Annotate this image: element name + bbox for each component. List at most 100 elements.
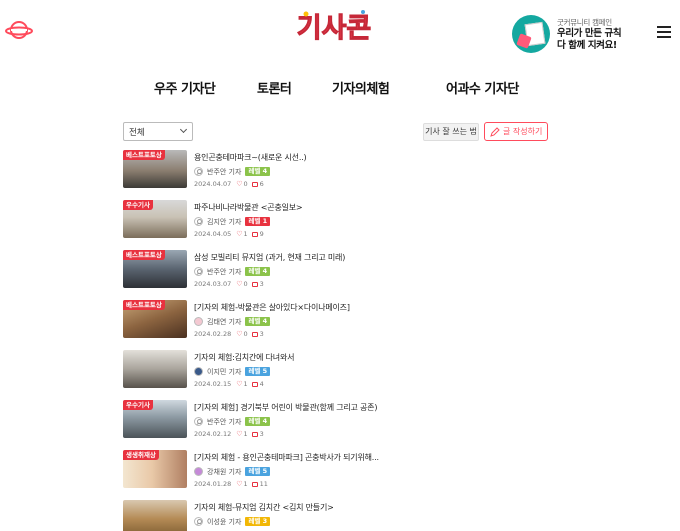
user-icon <box>194 217 203 226</box>
user-icon <box>194 417 203 426</box>
writing-guide-button[interactable]: 기사 잘 쓰는 법 <box>423 123 479 141</box>
campaign-line-2: 다 함께 지켜요! <box>557 39 617 51</box>
heart-icon: ♡ <box>236 230 243 238</box>
comment-icon <box>251 481 258 487</box>
heart-icon: ♡ <box>236 330 243 338</box>
post-date: 2024.02.15 <box>194 380 232 388</box>
author-name: 반주안 기자 <box>207 417 242 426</box>
comment-icon <box>251 231 258 237</box>
planet-icon[interactable] <box>5 19 33 41</box>
filter-select[interactable]: 전체 <box>123 122 193 141</box>
post-thumbnail[interactable] <box>123 500 187 531</box>
post-title[interactable]: 기자의 체험-뮤지엄 김치간 <김치 만들기> <box>194 502 334 513</box>
post-stats: 2024.03.07 ♡ 0 3 <box>194 280 264 288</box>
heart-icon: ♡ <box>236 480 243 488</box>
write-post-label: 글 작성하기 <box>503 127 543 136</box>
post-thumbnail[interactable]: 베스트포토상 <box>123 300 187 338</box>
list-item[interactable]: 기자의 체험-뮤지엄 김치간 <김치 만들기> 이성윤 기자 레벨 3 <box>123 500 563 531</box>
post-date: 2024.01.28 <box>194 480 232 488</box>
post-title[interactable]: 용인곤충테마파크~(새로운 시선..) <box>194 152 307 163</box>
level-badge: 레벨 4 <box>245 167 271 176</box>
award-badge: 우수기사 <box>123 400 153 410</box>
tab-debate[interactable]: 토론터 <box>257 78 292 97</box>
post-title[interactable]: [기자의 체험 - 용인곤충테마파크] 곤충박사가 되기위해... <box>194 452 379 463</box>
tab-reporter-experience[interactable]: 기자의체험 <box>327 78 394 97</box>
award-badge: 베스트포토상 <box>123 250 165 260</box>
campaign-kicker: 굿커뮤니티 캠페인 <box>557 17 612 27</box>
like-count: 1 <box>243 230 248 238</box>
comment-count: 11 <box>259 480 268 488</box>
campaign-badge-icon <box>512 15 550 53</box>
award-badge: 베스트포토상 <box>123 300 165 310</box>
level-badge: 레벨 4 <box>245 267 271 276</box>
post-thumbnail[interactable]: 베스트포토상 <box>123 250 187 288</box>
campaign-line-1: 우리가 만든 규칙 <box>557 27 622 39</box>
campaign-banner[interactable]: 굿커뮤니티 캠페인 우리가 만든 규칙 다 함께 지켜요! <box>512 14 632 54</box>
like-count: 0 <box>243 280 248 288</box>
post-title[interactable]: 파주나비나라박물관 <곤충일보> <box>194 202 303 213</box>
like-count: 1 <box>243 430 248 438</box>
comment-count: 9 <box>259 230 264 238</box>
list-item[interactable]: 생생취재상 [기자의 체험 - 용인곤충테마파크] 곤충박사가 되기위해... … <box>123 450 563 492</box>
author-name: 이지민 기자 <box>207 367 242 376</box>
post-author: 김지안 기자 레벨 1 <box>194 216 271 227</box>
post-thumbnail[interactable]: 우수기사 <box>123 400 187 438</box>
post-title[interactable]: 삼성 모빌리티 뮤지엄 (과거, 현재 그리고 미래) <box>194 252 345 263</box>
heart-icon: ♡ <box>236 280 243 288</box>
like-count: 0 <box>243 330 248 338</box>
comment-icon <box>251 281 258 287</box>
chevron-down-icon <box>179 125 188 134</box>
level-badge: 레벨 4 <box>245 417 271 426</box>
avatar <box>194 367 203 376</box>
comment-icon <box>251 181 258 187</box>
like-count: 1 <box>243 480 248 488</box>
post-thumbnail[interactable] <box>123 350 187 388</box>
post-author: 김태연 기자 레벨 4 <box>194 316 271 327</box>
user-icon <box>194 267 203 276</box>
list-item[interactable]: 우수기사 파주나비나라박물관 <곤충일보> 김지안 기자 레벨 1 2024.0… <box>123 200 563 242</box>
post-title[interactable]: [기자의 체험-박물관은 살아있다×다이나메이즈] <box>194 302 350 313</box>
logo-text: 기사콘 <box>297 13 371 44</box>
post-stats: 2024.04.05 ♡ 1 9 <box>194 230 264 238</box>
site-header: 기사콘 굿커뮤니티 캠페인 우리가 만든 규칙 다 함께 지켜요! <box>0 0 680 64</box>
author-name: 반주안 기자 <box>207 267 242 276</box>
comment-count: 3 <box>259 280 264 288</box>
post-date: 2024.03.07 <box>194 280 232 288</box>
post-stats: 2024.02.12 ♡ 1 3 <box>194 430 264 438</box>
post-thumbnail[interactable]: 베스트포토상 <box>123 150 187 188</box>
post-date: 2024.02.12 <box>194 430 232 438</box>
tab-science-reporters[interactable]: 어과수 기자단 <box>446 78 519 97</box>
pencil-icon <box>490 127 500 137</box>
post-thumbnail[interactable]: 생생취재상 <box>123 450 187 488</box>
level-badge: 레벨 4 <box>245 317 271 326</box>
post-date: 2024.02.28 <box>194 330 232 338</box>
post-thumbnail[interactable]: 우수기사 <box>123 200 187 238</box>
author-name: 김태연 기자 <box>207 317 242 326</box>
post-title[interactable]: [기자의 체험] 경기북부 어린이 박물관(함께 그리고 공존) <box>194 402 377 413</box>
site-logo[interactable]: 기사콘 <box>297 6 371 46</box>
author-name: 반주안 기자 <box>207 167 242 176</box>
comment-count: 3 <box>259 430 264 438</box>
comment-icon <box>251 431 258 437</box>
filter-select-value: 전체 <box>129 128 145 138</box>
comment-icon <box>251 381 258 387</box>
list-item[interactable]: 베스트포토상 [기자의 체험-박물관은 살아있다×다이나메이즈] 김태연 기자 … <box>123 300 563 342</box>
post-title[interactable]: 기자의 체험:김치간에 다녀와서 <box>194 352 294 363</box>
list-item[interactable]: 베스트포토상 용인곤충테마파크~(새로운 시선..) 반주안 기자 레벨 4 2… <box>123 150 563 192</box>
post-stats: 2024.01.28 ♡ 1 11 <box>194 480 268 488</box>
list-item[interactable]: 우수기사 [기자의 체험] 경기북부 어린이 박물관(함께 그리고 공존) 반주… <box>123 400 563 442</box>
award-badge: 베스트포토상 <box>123 150 165 160</box>
write-post-button[interactable]: 글 작성하기 <box>484 122 548 141</box>
like-count: 1 <box>243 380 248 388</box>
post-author: 이지민 기자 레벨 5 <box>194 366 271 377</box>
comment-icon <box>251 331 258 337</box>
author-name: 이성윤 기자 <box>207 517 242 526</box>
tab-space-reporters[interactable]: 우주 기자단 <box>154 78 216 97</box>
comment-count: 4 <box>259 380 264 388</box>
list-item[interactable]: 기자의 체험:김치간에 다녀와서 이지민 기자 레벨 5 2024.02.15 … <box>123 350 563 392</box>
level-badge: 레벨 3 <box>245 517 271 526</box>
menu-icon[interactable] <box>657 26 671 38</box>
comment-count: 3 <box>259 330 264 338</box>
list-item[interactable]: 베스트포토상 삼성 모빌리티 뮤지엄 (과거, 현재 그리고 미래) 반주안 기… <box>123 250 563 292</box>
post-stats: 2024.02.15 ♡ 1 4 <box>194 380 264 388</box>
